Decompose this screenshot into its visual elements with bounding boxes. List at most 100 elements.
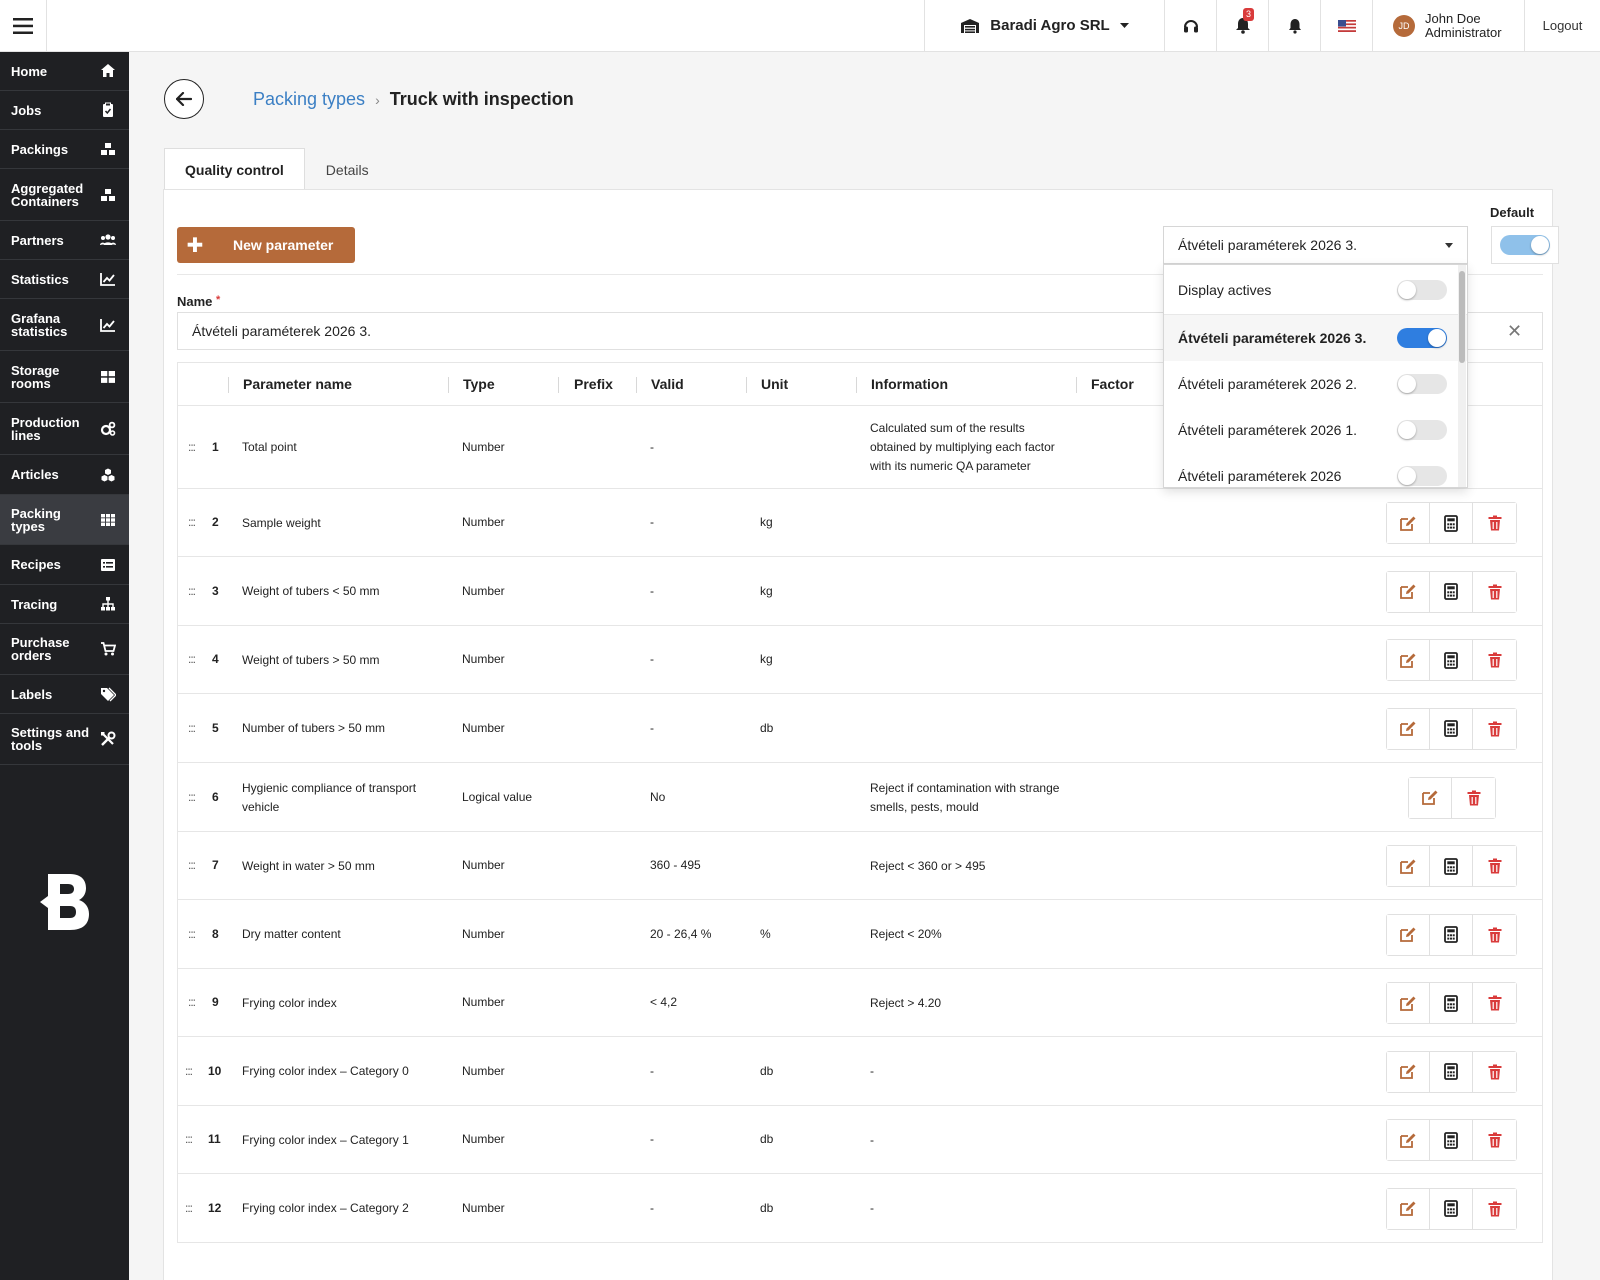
delete-button[interactable]: [1473, 914, 1516, 955]
edit-button[interactable]: [1387, 571, 1430, 612]
delete-button[interactable]: [1473, 1120, 1516, 1160]
delete-button[interactable]: [1473, 571, 1516, 612]
sidebar-item-partners[interactable]: Partners: [0, 221, 129, 260]
column-header-factor[interactable]: Factor: [1091, 376, 1134, 392]
column-header-information[interactable]: Information: [871, 376, 948, 392]
drag-handle-icon[interactable]: :::: [188, 438, 196, 457]
table-row: ::: 6 Hygienic compliance of transport vehi…: [177, 763, 1543, 832]
formula-button[interactable]: [1430, 846, 1473, 886]
sidebar-item-grafana-statistics[interactable]: Grafana statistics: [0, 299, 129, 351]
breadcrumb-packing-types-link[interactable]: Packing types: [253, 89, 365, 110]
formula-button[interactable]: [1430, 983, 1473, 1023]
sidebar-item-articles[interactable]: Articles: [0, 455, 129, 495]
parameter-valid: -: [650, 439, 654, 454]
delete-button[interactable]: [1473, 503, 1516, 543]
formula-button[interactable]: [1430, 1120, 1473, 1160]
drag-handle-icon[interactable]: :::: [185, 1199, 193, 1218]
sidebar-item-settings-and-tools[interactable]: Settings and tools: [0, 714, 129, 765]
drag-handle-icon[interactable]: :::: [188, 650, 196, 669]
dropdown-option[interactable]: Átvételi paraméterek 2026 3.: [1164, 315, 1467, 361]
drag-handle-icon[interactable]: :::: [188, 993, 196, 1012]
drag-handle-icon[interactable]: :::: [188, 788, 196, 807]
edit-button[interactable]: [1387, 640, 1430, 680]
parameter-information: Reject > 4.20: [870, 994, 1100, 1013]
default-toggle[interactable]: [1500, 235, 1550, 255]
formula-button[interactable]: [1430, 503, 1473, 543]
edit-button[interactable]: [1387, 983, 1430, 1023]
sidebar-item-production-lines[interactable]: Production lines: [0, 403, 129, 455]
menu-toggle-button[interactable]: [0, 0, 47, 51]
back-button[interactable]: [164, 79, 204, 119]
column-header-valid[interactable]: Valid: [651, 376, 684, 392]
dropdown-scrollbar-thumb[interactable]: [1459, 271, 1465, 363]
table-row: ::: 4 Weight of tubers > 50 mm Number - kg: [177, 626, 1543, 694]
sidebar-item-storage-rooms[interactable]: Storage rooms: [0, 351, 129, 403]
drag-handle-icon[interactable]: :::: [185, 1062, 193, 1081]
sidebar-item-packing-types[interactable]: Packing types: [0, 495, 129, 545]
formula-button[interactable]: [1430, 708, 1473, 749]
delete-button[interactable]: [1473, 1051, 1516, 1092]
edit-button[interactable]: [1387, 708, 1430, 749]
sidebar-item-recipes[interactable]: Recipes: [0, 545, 129, 585]
sidebar-item-statistics[interactable]: Statistics: [0, 260, 129, 299]
user-name: John Doe: [1425, 10, 1481, 26]
sidebar-item-labels[interactable]: Labels: [0, 675, 129, 714]
delete-button[interactable]: [1473, 640, 1516, 680]
edit-button[interactable]: [1387, 846, 1430, 886]
drag-handle-icon[interactable]: :::: [188, 719, 196, 738]
drag-handle-icon[interactable]: :::: [188, 582, 196, 601]
edit-button[interactable]: [1387, 1051, 1430, 1092]
tab-details[interactable]: Details: [305, 148, 390, 190]
column-header-unit[interactable]: Unit: [761, 376, 788, 392]
sidebar-item-packings[interactable]: Packings: [0, 130, 129, 169]
dropdown-option[interactable]: Átvételi paraméterek 2026 2.: [1164, 361, 1467, 407]
delete-button[interactable]: [1473, 846, 1516, 886]
formula-button[interactable]: [1430, 640, 1473, 680]
option-active-toggle[interactable]: [1397, 466, 1447, 486]
language-button[interactable]: [1320, 0, 1372, 51]
user-menu[interactable]: JD John Doe Administrator: [1372, 0, 1524, 51]
formula-button[interactable]: [1430, 1051, 1473, 1092]
logout-button[interactable]: Logout: [1524, 0, 1600, 51]
drag-handle-icon[interactable]: :::: [185, 1130, 193, 1149]
drag-handle-icon[interactable]: :::: [188, 925, 196, 944]
parameter-valid: -: [650, 652, 654, 666]
edit-button[interactable]: [1387, 914, 1430, 955]
formula-button[interactable]: [1430, 914, 1473, 955]
option-active-toggle[interactable]: [1397, 328, 1447, 348]
parameter-set-select[interactable]: Átvételi paraméterek 2026 3.: [1163, 226, 1468, 264]
option-active-toggle[interactable]: [1397, 374, 1447, 394]
dropdown-option[interactable]: Átvételi paraméterek 2026 1.: [1164, 407, 1467, 453]
sidebar-item-purchase-orders[interactable]: Purchase orders: [0, 624, 129, 675]
formula-button[interactable]: [1430, 1188, 1473, 1229]
row-number: 9: [212, 995, 219, 1009]
edit-button[interactable]: [1409, 777, 1452, 818]
support-button[interactable]: [1164, 0, 1216, 51]
new-parameter-button[interactable]: ✚ New parameter: [177, 227, 355, 263]
notifications-button[interactable]: [1268, 0, 1320, 51]
alerts-button[interactable]: 3: [1216, 0, 1268, 51]
clear-icon[interactable]: ✕: [1507, 321, 1522, 342]
edit-button[interactable]: [1387, 1120, 1430, 1160]
sidebar-item-jobs[interactable]: Jobs: [0, 91, 129, 130]
column-header-prefix[interactable]: Prefix: [574, 376, 613, 392]
sidebar-item-tracing[interactable]: Tracing: [0, 585, 129, 624]
delete-button[interactable]: [1452, 777, 1495, 818]
edit-button[interactable]: [1387, 503, 1430, 543]
display-actives-toggle[interactable]: [1397, 279, 1447, 300]
drag-handle-icon[interactable]: :::: [188, 513, 196, 532]
column-header-parameter-name[interactable]: Parameter name: [243, 376, 352, 392]
delete-button[interactable]: [1473, 983, 1516, 1023]
delete-button[interactable]: [1473, 708, 1516, 749]
column-header-type[interactable]: Type: [463, 376, 495, 392]
delete-button[interactable]: [1473, 1188, 1516, 1229]
option-active-toggle[interactable]: [1397, 420, 1447, 440]
formula-button[interactable]: [1430, 571, 1473, 612]
dropdown-option[interactable]: Átvételi paraméterek 2026: [1164, 453, 1467, 487]
sidebar-item-aggregated-containers[interactable]: Aggregated Containers: [0, 169, 129, 221]
edit-button[interactable]: [1387, 1188, 1430, 1229]
tab-quality-control[interactable]: Quality control: [164, 148, 305, 190]
company-selector[interactable]: Baradi Agro SRL: [924, 0, 1164, 51]
drag-handle-icon[interactable]: :::: [188, 856, 196, 875]
sidebar-item-home[interactable]: Home: [0, 52, 129, 91]
